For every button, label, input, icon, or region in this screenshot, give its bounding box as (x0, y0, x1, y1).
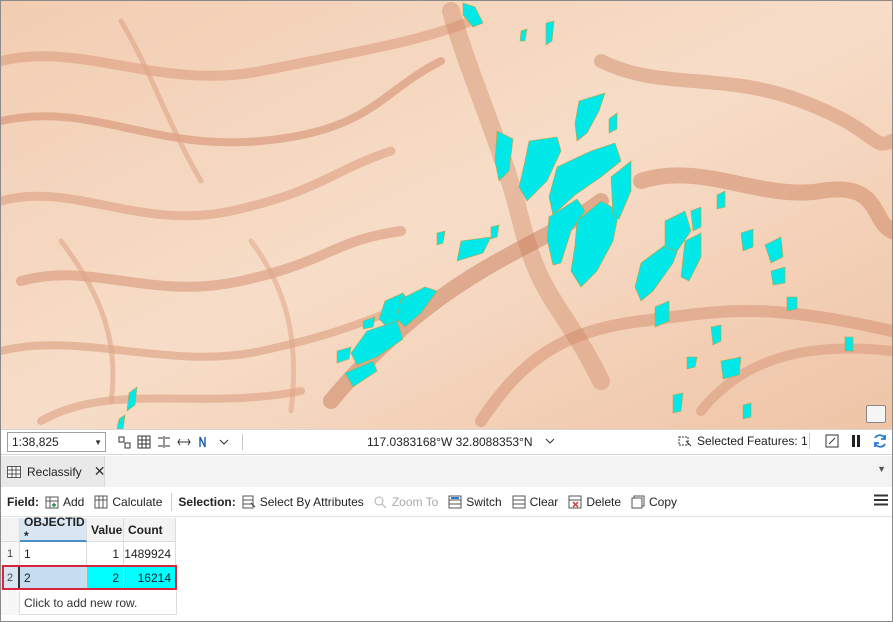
clear-label: Clear (529, 494, 559, 509)
north-arrow-icon[interactable] (196, 435, 212, 449)
zoom-to-button[interactable]: Zoom To (373, 495, 438, 509)
zoom-to-label: Zoom To (391, 494, 439, 509)
switch-selection-icon (447, 495, 463, 509)
attribute-table-toolbar: Field: Add Calculate Selection: Select B… (1, 487, 892, 517)
cell-value[interactable]: 2 (87, 566, 124, 590)
divider (171, 492, 173, 511)
select-by-attributes-button[interactable]: Select By Attributes (241, 495, 364, 509)
delete-selection-button[interactable]: Delete (567, 495, 621, 509)
divider (809, 433, 810, 449)
selection-label: Selection: (178, 494, 236, 509)
chevron-down-icon[interactable]: ▼ (877, 464, 886, 474)
add-field-icon (44, 495, 60, 509)
selected-features-text: Selected Features: 1 (697, 434, 808, 448)
calculator-icon (93, 495, 109, 509)
switch-label: Switch (466, 494, 502, 509)
map-right-tools (803, 433, 888, 449)
select-by-attributes-label: Select By Attributes (259, 494, 364, 509)
calculate-field-button[interactable]: Calculate (93, 495, 162, 509)
cell-count[interactable]: 1489924 (124, 542, 176, 566)
scale-dropdown[interactable]: 1:38,825 ▼ (7, 432, 106, 452)
column-header-value[interactable]: Value (87, 518, 124, 542)
clear-selection-button[interactable]: Clear (511, 494, 559, 509)
add-field-button[interactable]: Add (44, 495, 84, 509)
constraints-icon[interactable] (176, 435, 192, 449)
coordinates-text: 117.0383168°W 32.8088353°N (367, 435, 533, 449)
attribute-table: OBJECTID * Value Count 1 1 1 1489924 2 2… (1, 515, 177, 590)
field-label: Field: (7, 494, 39, 509)
row-selector-header[interactable] (1, 518, 20, 542)
copy-label: Copy (649, 494, 678, 509)
arcgis-pro-window: 1:38,825 ▼ 117.0383168°W 32.8088353°N Se… (0, 0, 893, 622)
map-view[interactable] (1, 1, 892, 429)
table-icon (7, 465, 21, 479)
column-header-count[interactable]: Count (124, 518, 176, 542)
divider (242, 434, 243, 450)
grid-icon[interactable] (136, 435, 152, 449)
clear-icon (511, 495, 527, 509)
calculate-label: Calculate (112, 494, 163, 509)
snapping-icon[interactable] (156, 435, 172, 449)
chevron-down-icon[interactable] (216, 435, 232, 449)
hamburger-menu-icon[interactable] (874, 494, 888, 509)
table-row[interactable]: 1 1 1 1489924 (1, 542, 177, 566)
copy-icon (630, 495, 646, 509)
map-status-bar: 1:38,825 ▼ 117.0383168°W 32.8088353°N Se… (1, 429, 892, 455)
current-row-marker (18, 567, 20, 588)
table-header-row: OBJECTID * Value Count (1, 515, 177, 543)
copy-selection-button[interactable]: Copy (630, 495, 677, 509)
new-row-gutter (1, 591, 20, 615)
chevron-down-icon: ▼ (94, 437, 102, 447)
scale-value: 1:38,825 (12, 435, 59, 449)
refresh-icon[interactable] (872, 434, 888, 448)
table-row-selected[interactable]: 2 2 2 16214 (1, 566, 177, 590)
terrain-raster (1, 1, 892, 429)
coordinate-readout[interactable]: 117.0383168°W 32.8088353°N (367, 435, 555, 449)
delete-icon (567, 495, 583, 509)
fixed-zoom-icon[interactable] (116, 435, 132, 449)
column-header-objectid[interactable]: OBJECTID * (20, 515, 87, 543)
cell-count[interactable]: 16214 (124, 566, 176, 590)
add-label: Add (63, 494, 85, 509)
pane-tab-bar: Reclassify ✕ ▼ (1, 456, 892, 487)
selected-features-button[interactable]: Selected Features: 1 (677, 434, 808, 448)
cell-objectid[interactable]: 1 (20, 542, 87, 566)
row-number[interactable]: 1 (1, 542, 20, 566)
switch-selection-button[interactable]: Switch (447, 494, 502, 509)
map-tool-icons (116, 434, 249, 450)
tab-reclassify[interactable]: Reclassify ✕ (1, 456, 105, 487)
close-icon[interactable]: ✕ (94, 463, 106, 480)
cell-value[interactable]: 1 (87, 542, 124, 566)
pause-icon[interactable] (848, 434, 864, 448)
chevron-down-icon[interactable] (545, 435, 555, 449)
catalog-icon[interactable] (866, 405, 886, 423)
cell-objectid[interactable]: 2 (20, 566, 87, 590)
add-new-row[interactable]: Click to add new row. (20, 591, 177, 615)
clear-selection-icon[interactable] (824, 434, 840, 448)
delete-label: Delete (586, 494, 621, 509)
tab-label: Reclassify (27, 464, 82, 479)
select-features-icon (677, 434, 693, 448)
zoom-to-icon (373, 495, 389, 509)
select-by-attributes-icon (241, 495, 257, 509)
